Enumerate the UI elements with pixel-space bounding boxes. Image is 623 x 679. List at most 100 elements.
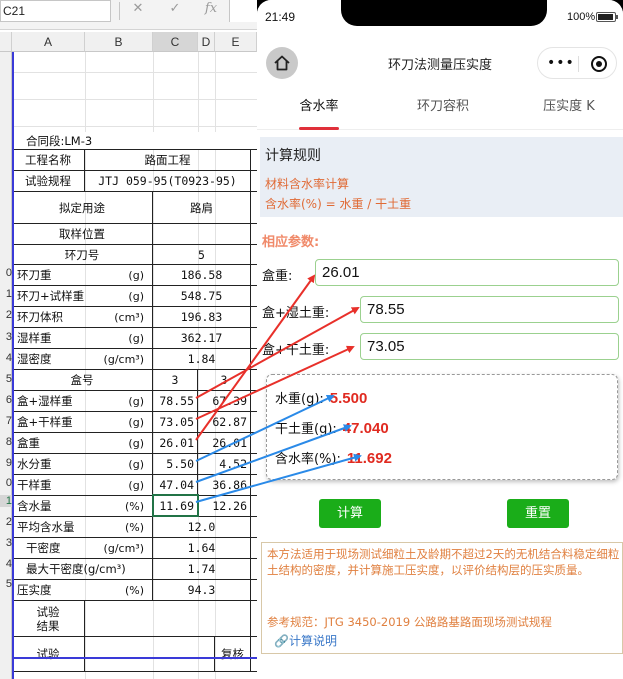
unit-text: (g) [128,436,144,450]
cell-ring-no-value[interactable]: 5 [153,245,251,264]
cell-label[interactable]: 盒重 (g) [12,433,153,453]
cell-max-dry-density-value[interactable]: 1.74 [153,559,251,579]
column-header-c[interactable]: C [153,32,198,52]
row-number[interactable]: 8 [0,436,12,448]
cell-result-label[interactable]: 试验 结果 [12,601,85,636]
cell-water-c[interactable]: 5.50 [153,454,198,474]
cell-use-value[interactable]: 路肩 [153,192,251,223]
table-row: 水分重 (g) 5.50 4.52 [12,453,257,474]
row-number[interactable]: 3 [0,537,12,549]
cell-dry-density-value[interactable]: 1.64 [153,538,251,558]
cell-label[interactable]: 干密度 (g/cm³) [12,538,153,558]
close-miniprogram-icon[interactable] [591,56,607,72]
cell-use-label[interactable]: 拟定用途 [12,192,153,223]
function-icon[interactable]: fx [199,1,223,19]
row-number[interactable]: 9 [0,457,12,469]
cell-label[interactable]: 盒+湿样重 (g) [12,391,153,411]
row-number[interactable]: 6 [0,394,12,406]
cell-box-no-c[interactable]: 3 [153,370,198,390]
cell-box-c[interactable]: 26.01 [153,433,198,453]
cell-wet-density-value[interactable]: 1.84 [153,349,251,369]
worksheet[interactable]: 合同段:LM-3 工程名称 路面工程 试验规程 JTJ 059-95(T0923… [12,52,257,679]
cell-box-wet-e[interactable]: 67.39 [198,391,251,411]
row-number[interactable]: 4 [0,352,12,364]
column-header-b[interactable]: B [85,32,153,52]
calc-explanation-link[interactable]: 🔗计算说明 [274,632,337,649]
row-number[interactable]: 5 [0,578,12,590]
cell-box-e[interactable]: 26.01 [198,433,251,453]
formula-input[interactable] [229,0,257,22]
cell-spec-label[interactable]: 试验规程 [12,171,85,191]
cell-tester-label[interactable]: 试验 [12,637,85,671]
cell-ring-plus-sample-value[interactable]: 548.75 [153,286,251,306]
cell-label[interactable]: 干样重 (g) [12,475,153,495]
cell-moisture-c[interactable]: 11.69 [153,496,198,516]
cell-dry-c[interactable]: 47.04 [153,475,198,495]
cell-ring-volume-value[interactable]: 196.83 [153,307,251,327]
cell-tester-value[interactable] [85,637,215,671]
cell-box-wet-c[interactable]: 78.55 [153,391,198,411]
cell-avg-moisture-value[interactable]: 12.0 [153,517,251,537]
enter-icon[interactable]: ✓ [163,1,187,19]
water-value: 5.500 [329,390,368,407]
cell-project-value[interactable]: 路面工程 [85,150,251,170]
tab-moisture[interactable]: 含水率 [279,90,359,130]
row-number[interactable]: 2 [0,516,12,528]
cell-label[interactable]: 压实度 (%) [12,580,153,600]
cancel-icon[interactable]: ✕ [126,1,150,19]
cell-label[interactable]: 环刀体积 (cm³) [12,307,153,327]
cell-label[interactable]: 含水量 (%) [12,496,153,516]
cell-compaction-value[interactable]: 94.3 [153,580,251,600]
contract-section[interactable]: 合同段:LM-3 [12,132,257,150]
name-box[interactable]: C21 [0,0,111,22]
gridline [12,99,257,100]
box-dry-input[interactable]: 73.05 [360,333,619,360]
column-header-d[interactable]: D [198,32,215,52]
column-header-e[interactable]: E [215,32,257,52]
cell-label[interactable]: 湿样重 (g) [12,328,153,348]
row-number[interactable]: 4 [0,558,12,570]
cell-label[interactable]: 盒+干样重 (g) [12,412,153,432]
cell-label[interactable]: 环刀重 (g) [12,265,153,285]
cell-project-label[interactable]: 工程名称 [12,150,85,170]
row-number[interactable]: 1 [0,288,12,300]
tab-compaction[interactable]: 压实度 K [529,90,609,130]
cell-sampling-value[interactable] [153,224,251,244]
row-number[interactable]: 7 [0,415,12,427]
cell-wet-weight-value[interactable]: 362.17 [153,328,251,348]
cell-result-value[interactable] [85,601,251,636]
select-all-corner[interactable] [0,32,12,52]
row-number[interactable]: 5 [0,373,12,385]
calculate-button[interactable]: 计算 [319,499,381,528]
reset-button[interactable]: 重置 [507,499,569,528]
cell-water-e[interactable]: 4.52 [198,454,251,474]
row-number[interactable]: 2 [0,309,12,321]
cell-max-dry-density-label[interactable]: 最大干密度(g/cm³) [12,559,153,579]
cell-moisture-e[interactable]: 12.26 [198,496,251,516]
row-number-selected[interactable]: 1 [0,495,12,507]
row-number[interactable]: 0 [0,477,12,489]
cell-dry-e[interactable]: 36.86 [198,475,251,495]
cell-label[interactable]: 水分重 (g) [12,454,153,474]
row-number[interactable]: 0 [0,267,12,279]
box-weight-input[interactable]: 26.01 [315,259,619,286]
cell-box-no-e[interactable]: 3 [198,370,251,390]
cell-label[interactable]: 平均含水量 (%) [12,517,153,537]
cell-ring-weight-value[interactable]: 186.58 [153,265,251,285]
row-number[interactable]: 3 [0,331,12,343]
dry-density-label: 干密度 [26,541,61,555]
box-wet-input[interactable]: 78.55 [360,296,619,323]
column-header-a[interactable]: A [12,32,85,52]
box-wet-label: 盒+湿土重: [262,306,330,321]
cell-reviewer-label[interactable]: 复核 [215,637,251,671]
cell-label[interactable]: 湿密度 (g/cm³) [12,349,153,369]
cell-box-dry-c[interactable]: 73.05 [153,412,198,432]
cell-label[interactable]: 环刀+试样重 (g) [12,286,153,306]
cell-sampling-label[interactable]: 取样位置 [12,224,153,244]
tab-ring-volume[interactable]: 环刀容积 [403,90,483,130]
cell-ring-no-label[interactable]: 环刀号 [12,245,153,264]
more-icon[interactable]: ••• [547,55,575,71]
cell-box-dry-e[interactable]: 62.87 [198,412,251,432]
cell-spec-value[interactable]: JTJ 059-95(T0923-95) [85,171,251,191]
cell-box-no-label[interactable]: 盒号 [12,370,153,390]
